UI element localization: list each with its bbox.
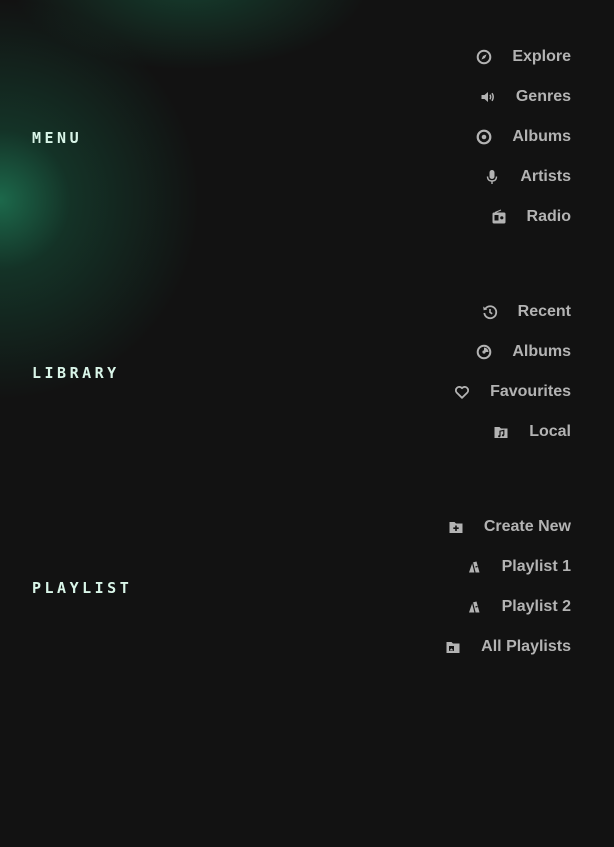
playlist-item-label: Playlist 2: [501, 598, 571, 615]
folder-plus-icon: [448, 519, 464, 535]
playlist-item-1[interactable]: Playlist 1: [445, 547, 571, 587]
menu-item-albums[interactable]: Albums: [476, 117, 571, 157]
history-icon: [482, 304, 498, 320]
menu-item-label: Genres: [515, 88, 571, 105]
music-folder-icon: [493, 424, 509, 440]
menu-title: MENU: [32, 129, 83, 147]
playlist-list: Create New Playlist 1 Playlist 2 All Pla…: [445, 507, 571, 667]
library-list: Recent Albums Favourites Local: [454, 292, 571, 452]
playlist-item-create-new[interactable]: Create New: [445, 507, 571, 547]
playlist-item-label: All Playlists: [481, 638, 571, 655]
library-item-local[interactable]: Local: [454, 412, 571, 452]
playlist-icon: [466, 599, 482, 615]
menu-item-label: Artists: [520, 168, 571, 185]
heart-icon: [454, 384, 470, 400]
library-title: LIBRARY: [32, 364, 120, 382]
record-icon: [476, 344, 492, 360]
radio-icon: [491, 209, 507, 225]
menu-item-radio[interactable]: Radio: [476, 197, 571, 237]
speaker-icon: [480, 89, 496, 105]
disc-icon: [476, 129, 492, 145]
playlist-item-label: Playlist 1: [501, 558, 571, 575]
menu-item-label: Explore: [512, 48, 571, 65]
microphone-icon: [484, 169, 500, 185]
library-item-label: Albums: [512, 343, 571, 360]
library-item-label: Recent: [517, 303, 571, 320]
library-item-favourites[interactable]: Favourites: [454, 372, 571, 412]
menu-item-genres[interactable]: Genres: [476, 77, 571, 117]
menu-item-artists[interactable]: Artists: [476, 157, 571, 197]
menu-item-explore[interactable]: Explore: [476, 37, 571, 77]
playlist-item-2[interactable]: Playlist 2: [445, 587, 571, 627]
menu-item-label: Radio: [526, 208, 571, 225]
library-item-label: Favourites: [490, 383, 571, 400]
library-item-label: Local: [529, 423, 571, 440]
playlist-icon: [466, 559, 482, 575]
library-item-recent[interactable]: Recent: [454, 292, 571, 332]
compass-icon: [476, 49, 492, 65]
playlist-item-label: Create New: [483, 518, 571, 535]
folder-image-icon: [445, 639, 461, 655]
playlist-item-all-playlists[interactable]: All Playlists: [445, 627, 571, 667]
library-item-albums[interactable]: Albums: [454, 332, 571, 372]
menu-list: Explore Genres Albums Artists Radio: [476, 37, 571, 237]
menu-item-label: Albums: [512, 128, 571, 145]
playlist-title: PLAYLIST: [32, 579, 133, 597]
